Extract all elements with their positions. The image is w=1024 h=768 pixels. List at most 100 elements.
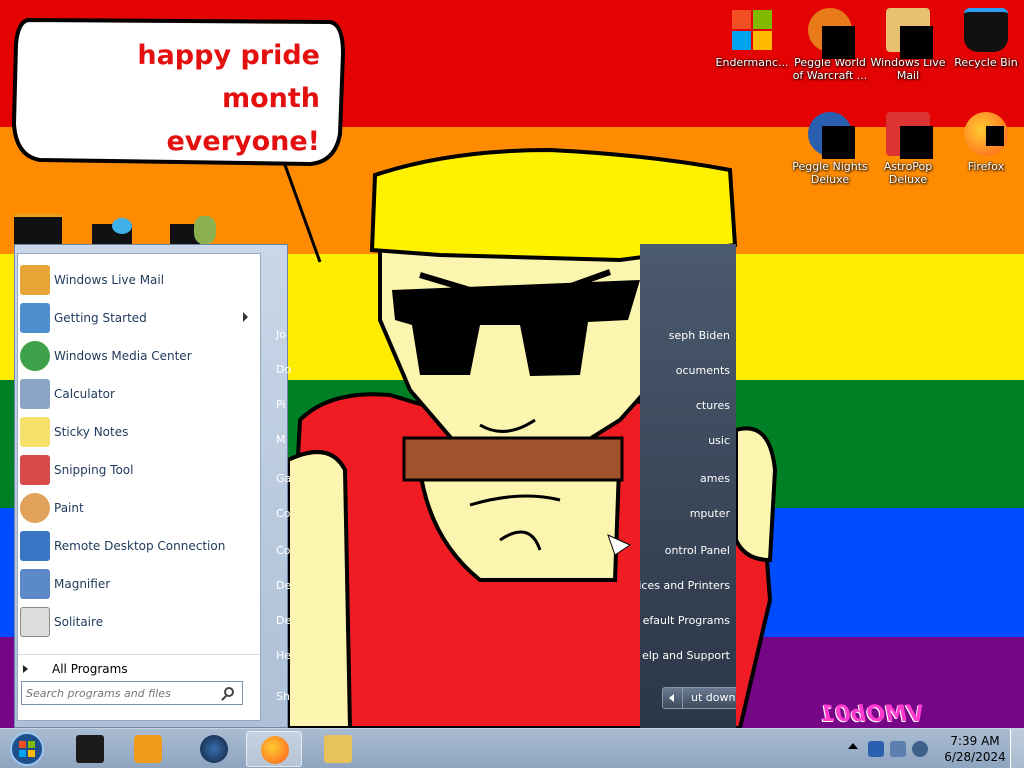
- start-right-item[interactable]: Co: [276, 544, 290, 557]
- watermark-text: VMOb01: [820, 702, 924, 727]
- folder-icon: [324, 735, 352, 763]
- place-item-control-panel[interactable]: ontrol Panel: [665, 544, 730, 557]
- start-item-calculator[interactable]: Calculator: [18, 376, 260, 412]
- desktop-icon-peggle-wow[interactable]: Peggle World of Warcraft ...: [790, 2, 870, 92]
- start-item-label: Windows Media Center: [54, 349, 192, 363]
- start-item-media-center[interactable]: Windows Media Center: [18, 338, 260, 374]
- partial-icon-3[interactable]: [170, 214, 218, 246]
- shutdown-label: ut down: [691, 691, 736, 704]
- all-programs-button[interactable]: All Programs: [18, 654, 260, 682]
- start-button[interactable]: [6, 731, 48, 767]
- start-item-label: Snipping Tool: [54, 463, 134, 477]
- remote-desktop-icon: [20, 531, 50, 561]
- place-item-computer[interactable]: mputer: [690, 507, 730, 520]
- partial-icon-1[interactable]: [14, 214, 62, 246]
- desktop-icon-windows-live-mail[interactable]: Windows Live Mail: [868, 2, 948, 92]
- show-hidden-icons-arrow-icon[interactable]: [848, 743, 858, 749]
- start-right-item[interactable]: Sh: [276, 690, 290, 703]
- place-item-default-programs[interactable]: efault Programs: [643, 614, 730, 627]
- media-player-icon: [134, 735, 162, 763]
- desktop-icon-astropop[interactable]: AstroPop Deluxe: [868, 106, 948, 196]
- taskbar-button-media-player[interactable]: [120, 731, 176, 767]
- desktop-icon-recycle-bin[interactable]: Recycle Bin: [946, 2, 1024, 92]
- app-icon: [76, 735, 104, 763]
- taskbar-button-firefox[interactable]: [246, 731, 302, 767]
- start-item-sticky-notes[interactable]: Sticky Notes: [18, 414, 260, 450]
- desktop-icon-label: Firefox: [967, 160, 1005, 173]
- place-item-user[interactable]: seph Biden: [669, 329, 730, 342]
- programs-pane: Windows Live Mail Getting Started Window…: [17, 253, 261, 721]
- place-item-pictures[interactable]: ctures: [696, 399, 730, 412]
- place-item-help-support[interactable]: elp and Support: [642, 649, 730, 662]
- start-item-solitaire[interactable]: Solitaire: [18, 604, 260, 640]
- taskbar: 7:39 AM 6/28/2024: [0, 728, 1024, 768]
- clock-date[interactable]: 6/28/2024: [940, 750, 1010, 764]
- start-item-label: Getting Started: [54, 311, 147, 325]
- mail-icon: [20, 265, 50, 295]
- start-item-label: Magnifier: [54, 577, 111, 591]
- speech-text: happy pride month everyone!: [30, 34, 320, 163]
- search-icon[interactable]: [224, 687, 234, 697]
- show-desktop-button[interactable]: [1010, 729, 1024, 768]
- firefox-icon: [964, 112, 1008, 156]
- place-item-devices-printers[interactable]: evices and Printers: [640, 579, 730, 592]
- place-item-music[interactable]: usic: [708, 434, 730, 447]
- desktop-icon-label: Windows Live Mail: [870, 56, 946, 82]
- taskbar-button-explorer[interactable]: [310, 731, 366, 767]
- network-icon[interactable]: [868, 741, 884, 757]
- submenu-arrow-icon: [243, 312, 248, 322]
- start-right-item[interactable]: M: [276, 433, 286, 446]
- peggle-wow-icon: [808, 8, 855, 59]
- taskbar-button-app[interactable]: [62, 731, 118, 767]
- magnifier-icon: [20, 569, 50, 599]
- start-item-remote-desktop[interactable]: Remote Desktop Connection: [18, 528, 260, 564]
- start-item-getting-started[interactable]: Getting Started: [18, 300, 260, 336]
- system-tray: 7:39 AM 6/28/2024: [840, 729, 1024, 768]
- place-item-documents[interactable]: ocuments: [676, 364, 730, 377]
- start-item-label: Calculator: [54, 387, 115, 401]
- start-item-windows-live-mail[interactable]: Windows Live Mail: [18, 262, 260, 298]
- start-right-item[interactable]: De: [276, 614, 291, 627]
- start-item-label: Solitaire: [54, 615, 104, 629]
- start-right-item[interactable]: He: [276, 649, 291, 662]
- search-input[interactable]: [26, 686, 216, 700]
- volume-icon[interactable]: [912, 741, 928, 757]
- taskbar-button-globe[interactable]: [186, 731, 242, 767]
- start-search-box[interactable]: [21, 681, 243, 705]
- peggle-nights-icon: [808, 112, 855, 159]
- start-menu: Windows Live Mail Getting Started Window…: [14, 244, 288, 728]
- start-orb-icon: [10, 732, 44, 766]
- firefox-icon: [261, 736, 289, 764]
- all-programs-arrow-icon: [23, 664, 28, 673]
- solitaire-icon: [20, 607, 50, 637]
- start-item-label: Paint: [54, 501, 84, 515]
- shutdown-options-arrow-icon[interactable]: [663, 688, 683, 708]
- desktop[interactable]: happy pride month everyone! Recycle Bin …: [0, 0, 1024, 728]
- desktop-icon-firefox[interactable]: Firefox: [946, 106, 1024, 196]
- start-item-snipping-tool[interactable]: Snipping Tool: [18, 452, 260, 488]
- action-center-icon[interactable]: [890, 741, 906, 757]
- desktop-icon-label: Endermanc...: [715, 56, 789, 69]
- paint-icon: [20, 493, 50, 523]
- calculator-icon: [20, 379, 50, 409]
- partial-icon-2[interactable]: [92, 214, 140, 246]
- windows-logo-icon: [730, 8, 774, 52]
- start-right-item[interactable]: Jo: [276, 328, 286, 341]
- desktop-icon-endermanc[interactable]: Endermanc...: [712, 2, 792, 92]
- start-right-item[interactable]: Do: [276, 363, 291, 376]
- clock-time[interactable]: 7:39 AM: [940, 734, 1010, 748]
- start-right-item[interactable]: Co: [276, 507, 290, 520]
- all-programs-label: All Programs: [52, 661, 128, 676]
- speech-line-2: everyone!: [166, 126, 320, 157]
- start-right-item[interactable]: Ga: [276, 472, 291, 485]
- start-right-item[interactable]: De: [276, 579, 291, 592]
- start-right-item[interactable]: Pi: [276, 398, 285, 411]
- astropop-icon: [886, 112, 933, 159]
- desktop-icon-peggle-nights[interactable]: Peggle Nights Deluxe: [790, 106, 870, 196]
- start-item-magnifier[interactable]: Magnifier: [18, 566, 260, 602]
- desktop-icon-label: AstroPop Deluxe: [883, 160, 933, 186]
- start-item-paint[interactable]: Paint: [18, 490, 260, 526]
- place-item-games[interactable]: ames: [700, 472, 730, 485]
- shutdown-button[interactable]: ut down: [662, 687, 736, 709]
- speech-line-1: happy pride month: [137, 40, 320, 114]
